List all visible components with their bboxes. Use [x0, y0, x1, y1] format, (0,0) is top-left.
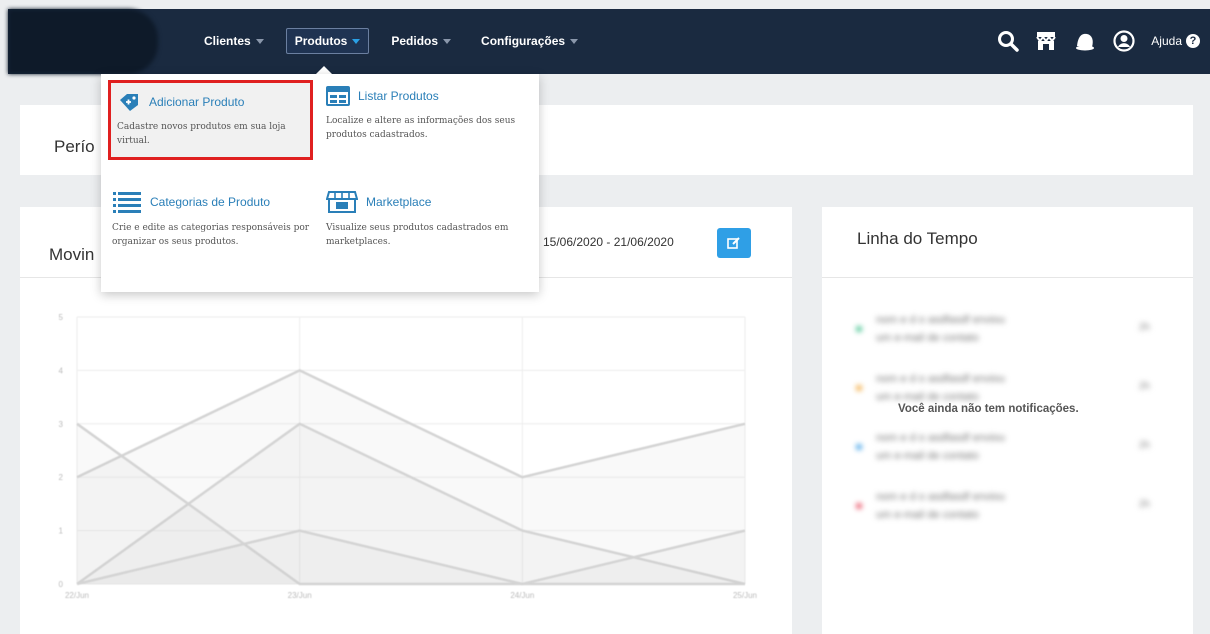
menu-item-title: Adicionar Produto: [149, 95, 245, 109]
y-tick-label: 1: [59, 527, 64, 536]
nav-item-label: Configurações: [481, 34, 566, 48]
help-button[interactable]: Ajuda ?: [1151, 34, 1200, 48]
menu-item-listar-produtos[interactable]: Listar Produtos Localize e altere as inf…: [326, 86, 531, 166]
y-tick-label: 5: [59, 313, 64, 322]
notification-time: 2h: [1138, 440, 1150, 451]
caret-down-icon: [255, 38, 264, 44]
y-tick-label: 3: [59, 420, 64, 429]
menu-item-marketplace[interactable]: Marketplace Visualize seus produtos cada…: [326, 191, 531, 271]
menu-item-adicionar-produto[interactable]: Adicionar Produto Cadastre novos produto…: [108, 80, 313, 160]
caret-down-icon: [352, 38, 361, 44]
divider: [822, 277, 1193, 278]
store-icon[interactable]: [1035, 30, 1057, 52]
marketplace-icon: [326, 191, 358, 213]
help-icon: ?: [1186, 34, 1200, 48]
y-tick-label: 4: [59, 366, 64, 375]
empty-notifications-message: Você ainda não tem notificações.: [898, 403, 1079, 415]
x-tick-label: 24/Jun: [510, 591, 534, 600]
list-products-icon: [326, 86, 350, 106]
caret-down-icon: [443, 38, 452, 44]
produtos-dropdown-menu: Adicionar Produto Cadastre novos produto…: [101, 74, 539, 292]
menu-item-description: Crie e edite as categorias responsáveis …: [112, 223, 310, 247]
notification-text: um e-mail de contato: [876, 450, 979, 462]
help-label: Ajuda: [1151, 34, 1182, 48]
nav-item-label: Clientes: [204, 34, 251, 48]
menu-item-description: Visualize seus produtos cadastrados em m…: [326, 223, 509, 247]
notification-time: 2h: [1138, 499, 1150, 510]
nav-item-label: Produtos: [294, 34, 348, 48]
status-dot: [856, 385, 862, 391]
user-icon[interactable]: [1113, 30, 1135, 52]
menu-item-title: Categorias de Produto: [150, 195, 271, 209]
date-range: 15/06/2020 - 21/06/2020: [543, 235, 674, 249]
period-title: Perío: [54, 137, 95, 156]
menu-item-title: Listar Produtos: [358, 89, 439, 103]
status-dot: [856, 444, 862, 450]
nav-item-pedidos[interactable]: Pedidos: [383, 29, 459, 53]
edit-date-button[interactable]: [717, 228, 751, 258]
x-tick-label: 23/Jun: [288, 591, 312, 600]
dropdown-arrow: [316, 66, 332, 74]
header-actions: Ajuda ?: [997, 30, 1200, 52]
notification-text: um e-mail de contato: [876, 391, 979, 403]
y-tick-label: 2: [59, 473, 64, 482]
timeline-card: Linha do Tempo nom e d o asdfasdf enviou…: [822, 207, 1193, 634]
status-dot: [856, 326, 862, 332]
notification-text: nom e d o asdfasdf enviou: [876, 314, 1006, 326]
status-dot: [856, 503, 862, 509]
nav-item-configuracoes[interactable]: Configurações: [473, 29, 586, 53]
bell-icon[interactable]: [1073, 30, 1097, 52]
movement-chart: 0 1 2 3 4 5 22/Jun 23/Jun 24/Jun 25/Jun: [59, 313, 757, 600]
edit-icon: [727, 237, 740, 249]
notification-item: nom e d o asdfasdf enviou um e-mail de c…: [852, 310, 1172, 354]
menu-item-description: Localize e altere as informações dos seu…: [326, 116, 516, 140]
x-tick-label: 22/Jun: [65, 591, 89, 600]
main-menu: Clientes Produtos Pedidos Configurações: [196, 28, 586, 54]
nav-item-clientes[interactable]: Clientes: [196, 29, 272, 53]
notification-text: um e-mail de contato: [876, 332, 979, 344]
nav-item-produtos[interactable]: Produtos: [285, 28, 370, 54]
caret-down-icon: [570, 38, 579, 44]
menu-item-title: Marketplace: [366, 195, 432, 209]
x-tick-label: 25/Jun: [733, 591, 757, 600]
notification-text: um e-mail de contato: [876, 509, 979, 521]
notification-text: nom e d o asdfasdf enviou: [876, 491, 1006, 503]
movement-title: Movin: [49, 245, 95, 264]
timeline-title: Linha do Tempo: [857, 229, 978, 248]
notification-text: nom e d o asdfasdf enviou: [876, 373, 1006, 385]
notification-time: 2h: [1138, 381, 1150, 392]
add-product-icon: [120, 94, 138, 111]
search-icon[interactable]: [997, 30, 1020, 52]
categories-icon: [113, 192, 141, 213]
menu-item-categorias-de-produto[interactable]: Categorias de Produto Crie e edite as ca…: [112, 191, 317, 271]
logo[interactable]: [8, 9, 158, 74]
nav-item-label: Pedidos: [391, 34, 439, 48]
top-navigation-bar: Clientes Produtos Pedidos Configurações: [8, 9, 1210, 74]
notification-text: nom e d o asdfasdf enviou: [876, 432, 1006, 444]
y-tick-label: 0: [59, 580, 64, 589]
notification-item: nom e d o asdfasdf enviou um e-mail de c…: [852, 487, 1172, 531]
menu-item-description: Cadastre novos produtos em sua loja virt…: [117, 122, 286, 146]
notification-time: 2h: [1138, 322, 1150, 333]
notification-item: nom e d o asdfasdf enviou um e-mail de c…: [852, 428, 1172, 472]
